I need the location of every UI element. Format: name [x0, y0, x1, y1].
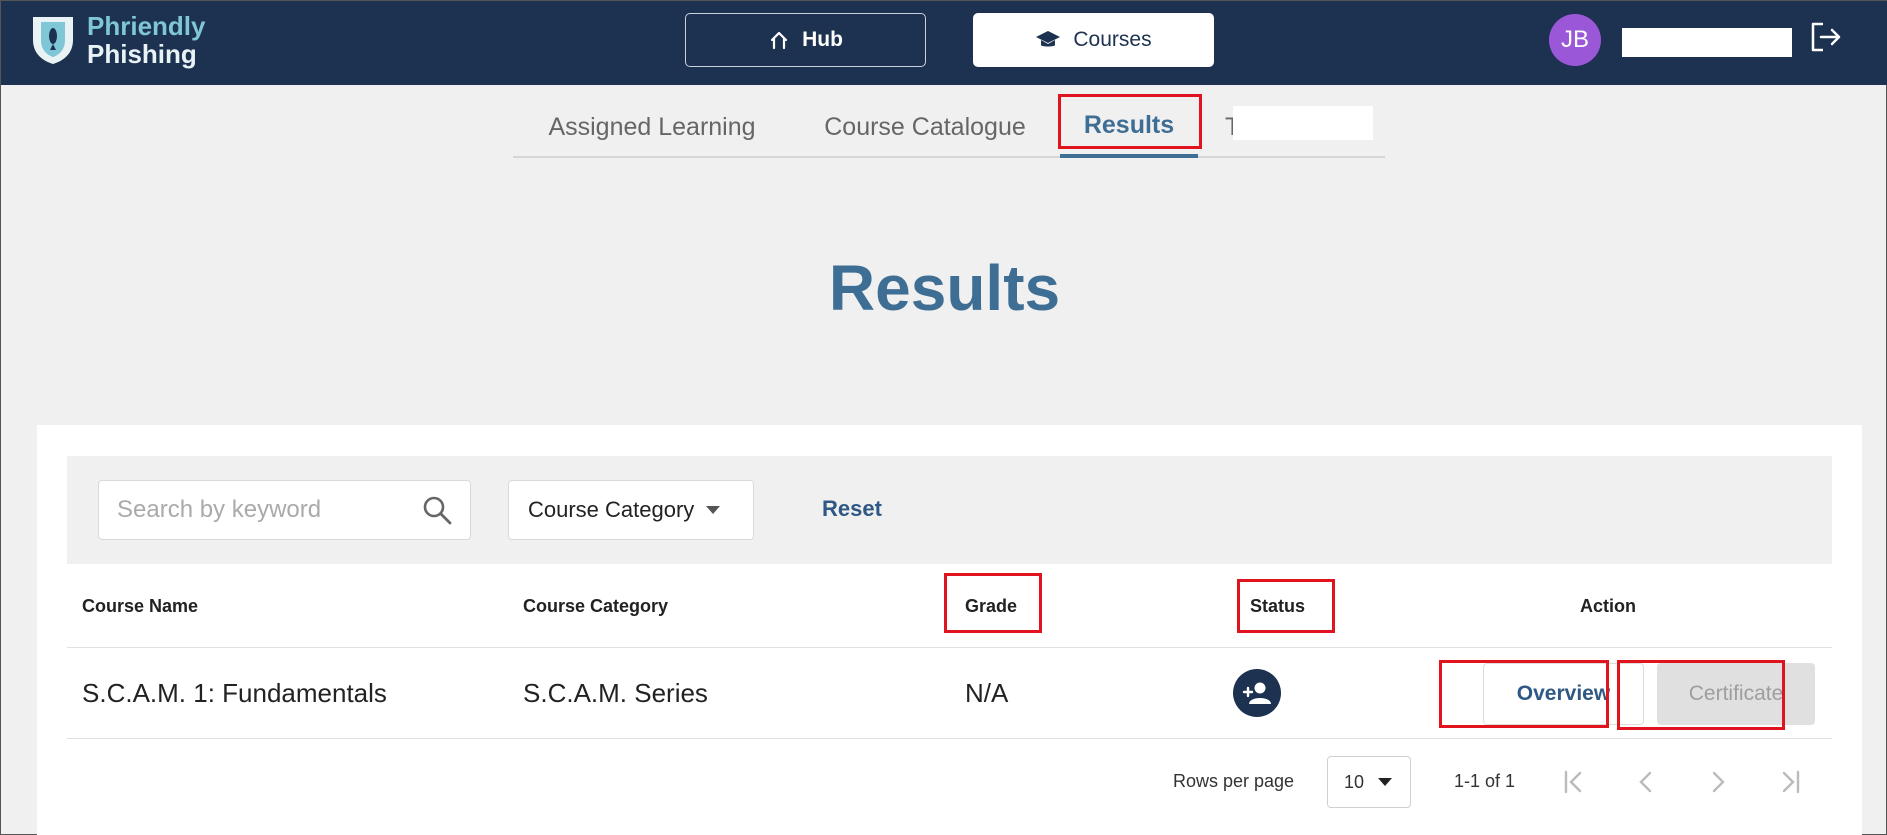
- course-category-cell: S.C.A.M. Series: [523, 678, 708, 708]
- brand-logo[interactable]: Phriendly Phishing: [29, 10, 205, 70]
- tab-assigned-learning[interactable]: Assigned Learning: [537, 96, 767, 158]
- shield-logo-icon: [33, 17, 73, 64]
- table-row: S.C.A.M. 1: Fundamentals S.C.A.M. Series…: [67, 648, 1832, 739]
- course-category-dropdown[interactable]: Course Category: [508, 480, 754, 540]
- rows-per-page-label: Rows per page: [1173, 771, 1295, 791]
- search-icon[interactable]: [422, 495, 452, 525]
- results-panel: Course Category Reset Course Name Course…: [37, 425, 1862, 835]
- courses-label: Courses: [1073, 28, 1152, 51]
- username-redacted: [1622, 28, 1792, 57]
- column-header-action: Action: [1580, 596, 1636, 616]
- table-header: Course Name Course Category Grade Status…: [67, 564, 1832, 648]
- filter-bar: Course Category Reset: [67, 456, 1832, 564]
- next-page-icon[interactable]: [1705, 768, 1731, 796]
- rows-per-page-value: 10: [1344, 771, 1365, 792]
- top-bar: Phriendly Phishing Hub Courses JB: [1, 1, 1887, 85]
- chevron-down-icon: [706, 506, 721, 514]
- user-avatar[interactable]: JB: [1549, 14, 1601, 66]
- certificate-button: Certificate: [1657, 663, 1815, 725]
- brand-line1: Phriendly: [87, 11, 206, 41]
- logout-icon[interactable]: [1809, 20, 1843, 54]
- first-page-icon[interactable]: [1561, 768, 1587, 796]
- last-page-icon[interactable]: [1777, 768, 1803, 796]
- graduation-cap-icon: [1036, 31, 1061, 47]
- chevron-down-icon: [1378, 778, 1393, 786]
- grade-cell: N/A: [965, 678, 1009, 708]
- sub-tabs: Assigned Learning Course Catalogue Resul…: [513, 96, 1385, 158]
- column-header-status[interactable]: Status: [1250, 596, 1305, 617]
- pagination: Rows per page 10 1-1 of 1: [37, 753, 1862, 813]
- rows-per-page-select[interactable]: 10: [1327, 756, 1411, 808]
- brand-name: Phriendly Phishing: [87, 12, 205, 68]
- tab-results[interactable]: Results: [1060, 96, 1198, 158]
- page-title: Results: [828, 252, 1061, 324]
- search-input[interactable]: [117, 496, 407, 524]
- previous-page-icon[interactable]: [1633, 768, 1659, 796]
- person-add-icon: [1233, 669, 1281, 717]
- search-box[interactable]: [98, 480, 471, 540]
- hub-label: Hub: [802, 28, 843, 51]
- overview-button[interactable]: Overview: [1483, 663, 1644, 725]
- column-header-course-name[interactable]: Course Name: [82, 596, 198, 617]
- courses-button[interactable]: Courses: [973, 13, 1214, 67]
- category-select-label: Course Category: [528, 497, 695, 522]
- column-header-course-category[interactable]: Course Category: [523, 596, 668, 617]
- brand-line2: Phishing: [87, 39, 197, 69]
- home-icon: [770, 31, 788, 50]
- hub-button[interactable]: Hub: [685, 13, 926, 67]
- reset-button[interactable]: Reset: [822, 496, 882, 522]
- pagination-range: 1-1 of 1: [1454, 771, 1516, 791]
- tab-redaction-mask: [1233, 106, 1373, 140]
- course-name-cell: S.C.A.M. 1: Fundamentals: [82, 678, 387, 708]
- column-header-grade[interactable]: Grade: [965, 596, 1017, 617]
- tab-course-catalogue[interactable]: Course Catalogue: [814, 96, 1036, 158]
